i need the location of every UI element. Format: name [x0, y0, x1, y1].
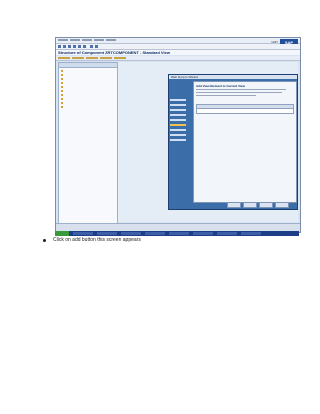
dialog-body: Add View Element to Current View [193, 81, 297, 203]
dialog-buttons [193, 202, 293, 208]
bullet-icon [43, 238, 46, 242]
dialog-heading: Add View Element to Current View [196, 84, 245, 88]
application-toolbar [56, 56, 300, 61]
dialog-description [196, 89, 292, 99]
wizard-steps [170, 99, 192, 179]
sap-screenshot: GMT SAP Structure of Component ZRTCOMPON… [55, 37, 301, 233]
caption-line: Click on add button this screen appears [43, 237, 141, 243]
title-bar: Structure of Component ZRTCOMPONENT - St… [56, 50, 300, 55]
element-grid [196, 104, 294, 114]
dialog-title: Web Dynpro Wizard [169, 75, 297, 79]
caption-text: Click on add button this screen appears [53, 237, 141, 243]
start-button [55, 231, 69, 236]
object-tree-pane [58, 62, 118, 224]
windows-taskbar [55, 231, 299, 236]
window-title: Structure of Component ZRTCOMPONENT - St… [58, 50, 170, 55]
work-area: Web Dynpro Wizard Add View Element to Cu… [118, 62, 298, 222]
wizard-dialog: Web Dynpro Wizard Add View Element to Cu… [168, 74, 298, 210]
